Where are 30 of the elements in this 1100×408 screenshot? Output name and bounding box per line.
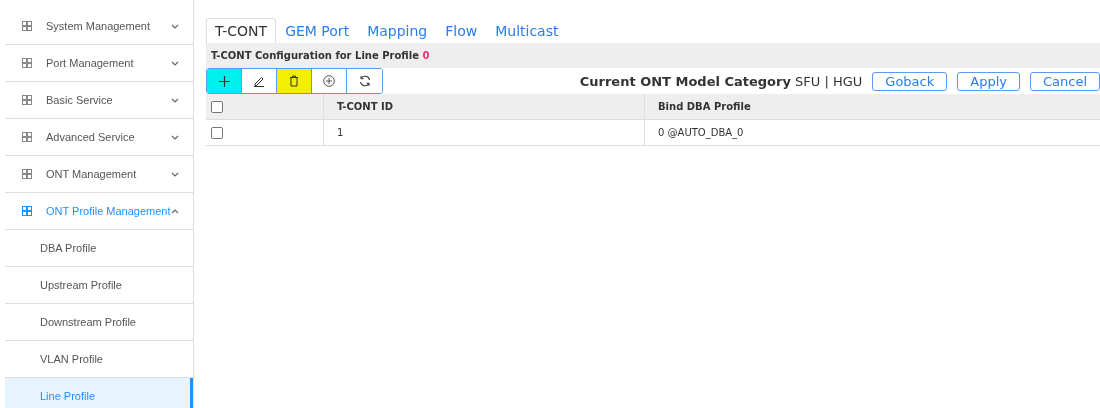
- pencil-icon: [253, 75, 265, 87]
- grid-icon: [22, 95, 32, 105]
- grid-icon: [22, 206, 32, 216]
- chevron-down-icon: [171, 97, 179, 103]
- grid-icon: [22, 169, 32, 179]
- checkbox[interactable]: [211, 100, 223, 113]
- action-button[interactable]: Cancel: [1029, 71, 1100, 91]
- model-category-text: Current ONT Model Category SFU | HGU: [579, 73, 863, 89]
- grid-icon: [22, 21, 32, 31]
- grid-icon: [22, 132, 32, 142]
- chevron-down-icon: [171, 171, 179, 177]
- plus-circle-icon: [323, 75, 335, 87]
- chevron-down-icon: [171, 134, 179, 140]
- action-button[interactable]: Apply: [957, 71, 1020, 91]
- chevron-up-icon: [171, 208, 179, 214]
- table-cell: 1: [323, 120, 644, 146]
- panel-title: T-CONT Configuration for Line Profile 0: [211, 50, 430, 61]
- trash-icon: [289, 75, 299, 87]
- plus-icon: [218, 75, 230, 87]
- column-header: Bind DBA Profile: [644, 94, 1100, 120]
- chevron-down-icon: [171, 23, 179, 29]
- checkbox[interactable]: [211, 126, 223, 139]
- add-button[interactable]: [207, 69, 242, 93]
- chevron-down-icon: [171, 60, 179, 66]
- tab[interactable]: T-CONT: [206, 18, 277, 43]
- grid-icon: [22, 58, 32, 68]
- action-button[interactable]: Goback: [872, 71, 948, 91]
- column-header: T-CONT ID: [323, 94, 644, 120]
- refresh-icon: [358, 75, 371, 87]
- table-cell: 0 @AUTO_DBA_0: [644, 120, 1100, 146]
